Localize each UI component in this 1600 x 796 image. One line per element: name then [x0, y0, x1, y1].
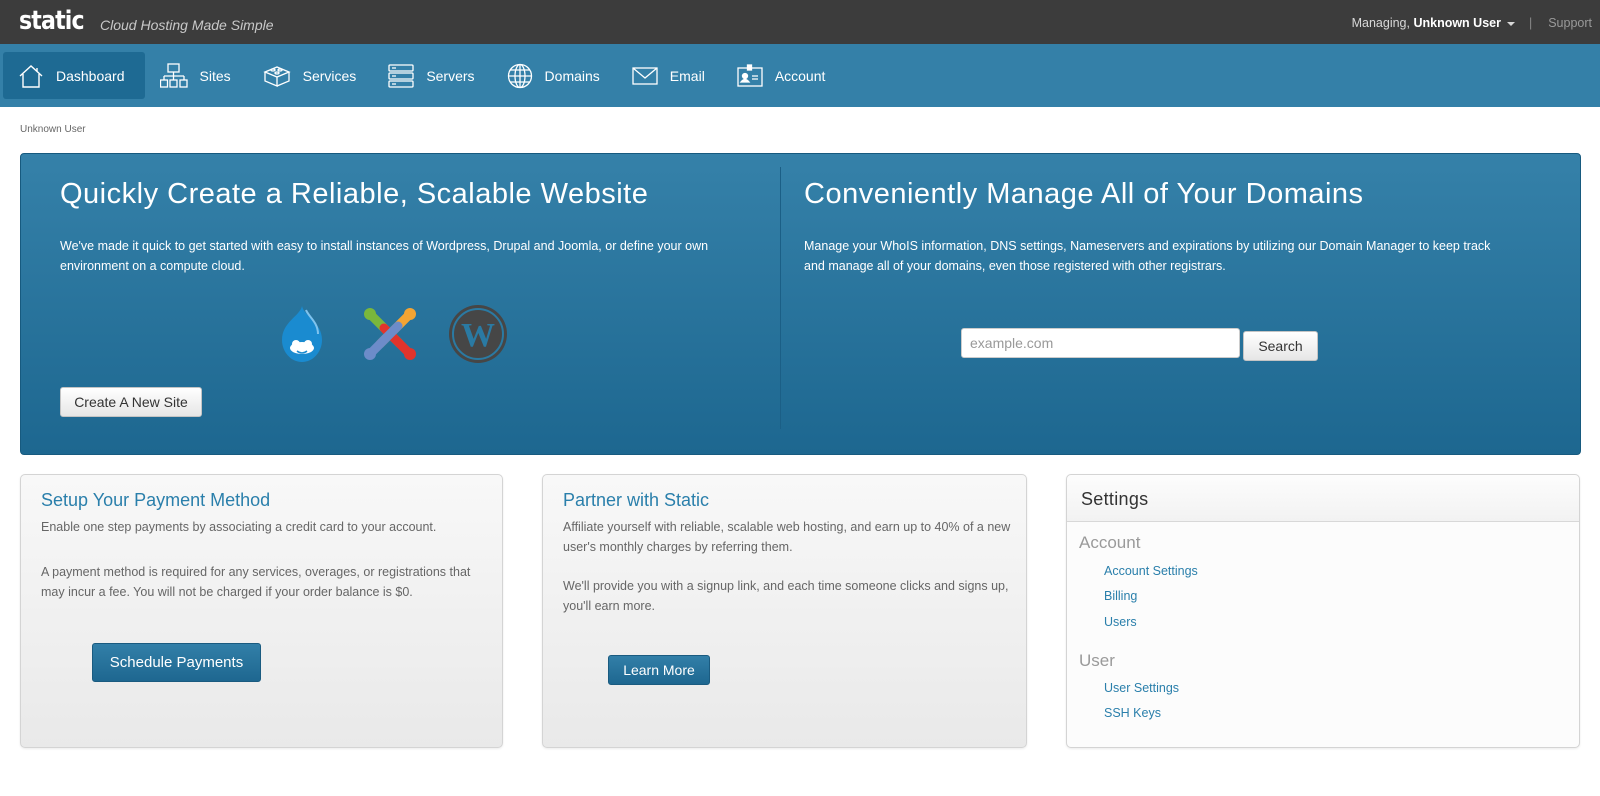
domain-search-input[interactable] [961, 328, 1240, 358]
create-new-site-button[interactable]: Create A New Site [60, 387, 202, 417]
hero-divider [780, 167, 781, 429]
partner-card-title: Partner with Static [563, 490, 710, 510]
main-nav: Dashboard Sites Services Servers Domains… [0, 44, 1600, 107]
payment-card-title: Setup Your Payment Method [41, 490, 271, 510]
servers-icon [388, 63, 414, 88]
ssh-keys-link[interactable]: SSH Keys [1104, 706, 1161, 720]
nav-label: Dashboard [56, 67, 125, 84]
hero-banner: Quickly Create a Reliable, Scalable Webs… [20, 153, 1581, 455]
settings-group-account: Account [1079, 533, 1141, 552]
id-card-icon [737, 63, 763, 87]
top-right-menu: Managing, Unknown User | Support [1352, 16, 1592, 30]
managing-user-dropdown[interactable]: Managing, Unknown User [1352, 16, 1515, 30]
payment-method-card: Setup Your Payment Method Enable one ste… [20, 474, 503, 748]
billing-link[interactable]: Billing [1104, 589, 1137, 603]
settings-group-user: User [1079, 651, 1115, 670]
envelope-icon [632, 66, 658, 85]
static-logo[interactable]: static [19, 6, 85, 36]
nav-label: Servers [426, 67, 475, 84]
partner-card-text-1: Affiliate yourself with reliable, scalab… [563, 520, 1011, 554]
learn-more-button[interactable]: Learn More [608, 655, 710, 685]
nav-domains[interactable]: Domains [492, 52, 617, 99]
separator: | [1528, 16, 1533, 30]
managing-prefix: Managing, [1351, 16, 1410, 30]
settings-title: Settings [1081, 489, 1149, 509]
caret-down-icon [1506, 21, 1515, 26]
domain-search-button[interactable]: Search [1243, 331, 1318, 361]
nav-label: Email [669, 67, 705, 84]
managing-user-name: Unknown User [1413, 16, 1501, 30]
users-link[interactable]: Users [1104, 615, 1137, 629]
settings-header: Settings [1067, 475, 1579, 522]
nav-dashboard[interactable]: Dashboard [3, 52, 145, 99]
nav-label: Sites [199, 67, 231, 84]
payment-card-text-2: A payment method is required for any ser… [41, 565, 471, 599]
payment-card-text-1: Enable one step payments by associating … [41, 520, 437, 534]
breadcrumb: Unknown User [20, 124, 86, 135]
partner-card: Partner with Static Affiliate yourself w… [542, 474, 1027, 748]
nav-label: Account [774, 67, 826, 84]
svg-text:W: W [461, 317, 495, 354]
create-website-title: Quickly Create a Reliable, Scalable Webs… [60, 178, 649, 210]
joomla-logo-icon [358, 302, 422, 366]
nav-account[interactable]: Account [722, 52, 843, 99]
tagline: Cloud Hosting Made Simple [100, 17, 274, 33]
nav-services[interactable]: Services [248, 52, 374, 99]
domains-text: Manage your WhoIS information, DNS setti… [804, 239, 1491, 273]
nav-servers[interactable]: Servers [373, 52, 491, 99]
settings-panel: Settings Account Account Settings Billin… [1066, 474, 1580, 748]
globe-icon [507, 63, 532, 88]
top-bar: static Cloud Hosting Made Simple Managin… [0, 0, 1600, 44]
drupal-logo-icon [270, 302, 334, 366]
cms-logos: W [270, 302, 510, 366]
sitemap-icon [159, 62, 188, 88]
nav-email[interactable]: Email [617, 52, 722, 99]
user-settings-link[interactable]: User Settings [1104, 681, 1179, 695]
nav-label: Services [302, 67, 357, 84]
create-website-text: We've made it quick to get started with … [60, 239, 709, 273]
domains-title: Conveniently Manage All of Your Domains [804, 178, 1364, 210]
partner-card-text-2: We'll provide you with a signup link, an… [563, 579, 1009, 613]
wordpress-logo-icon: W [446, 302, 510, 366]
account-settings-link[interactable]: Account Settings [1104, 564, 1198, 578]
schedule-payments-button[interactable]: Schedule Payments [92, 643, 261, 682]
nav-sites[interactable]: Sites [145, 52, 248, 99]
support-link[interactable]: Support [1548, 16, 1592, 30]
blocks-icon [262, 65, 291, 87]
home-icon [19, 64, 43, 88]
nav-label: Domains [544, 67, 600, 84]
